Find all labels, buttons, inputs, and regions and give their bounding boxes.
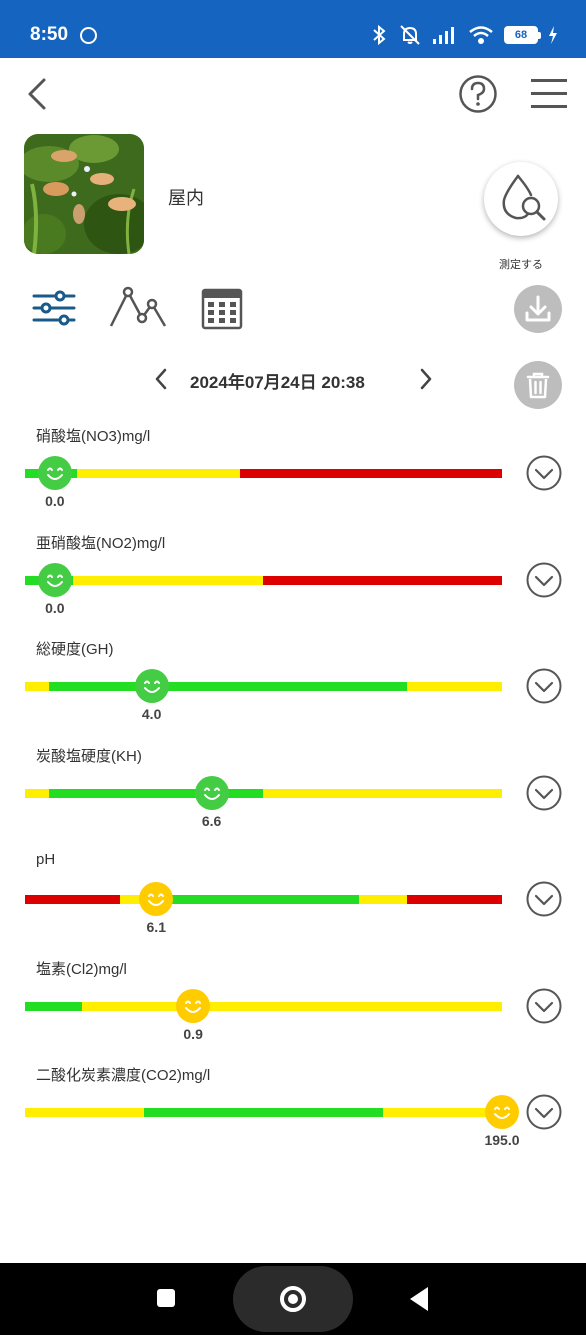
expand-chevron-button[interactable] <box>526 455 562 491</box>
charging-icon <box>549 26 557 44</box>
tank-name: 屋内 <box>168 188 204 209</box>
smiley-icon <box>494 1106 510 1119</box>
parameter-value: 4.0 <box>141 706 162 722</box>
status-bar: 8:50 68 <box>0 0 586 58</box>
trash-icon <box>526 372 550 399</box>
range-segment-yellow <box>77 469 240 478</box>
expand-chevron-button[interactable] <box>526 1094 562 1130</box>
delete-button[interactable] <box>514 361 562 409</box>
download-icon <box>525 295 551 322</box>
range-segment-yellow <box>25 788 49 798</box>
range-segment-green <box>144 1108 383 1117</box>
signal-icon <box>433 27 454 44</box>
help-button[interactable] <box>458 74 498 114</box>
smiley-icon <box>203 787 220 800</box>
range-track <box>25 682 502 691</box>
download-button[interactable] <box>514 285 562 333</box>
measure-button[interactable] <box>484 162 558 236</box>
parameter-value: 0.0 <box>45 599 65 616</box>
notification-icon <box>80 27 97 44</box>
value-slider-knob[interactable] <box>176 988 211 1023</box>
parameter-label: 二酸化炭素濃度(CO2)mg/l <box>36 1067 211 1084</box>
system-back-button[interactable] <box>410 1287 428 1311</box>
previous-date-button[interactable] <box>150 366 172 392</box>
range-track <box>25 788 502 798</box>
parameter-label: pH <box>36 851 56 868</box>
menu-button[interactable] <box>530 76 568 112</box>
range-segment-green <box>48 788 264 798</box>
status-icons: 68 <box>370 20 558 50</box>
parameter-value: 0.0 <box>45 493 65 509</box>
next-date-button[interactable] <box>415 366 437 392</box>
range-segment-yellow <box>263 788 502 798</box>
smiley-icon <box>46 574 63 587</box>
measurement-datetime: 2024年07月24日 20:38 <box>190 373 365 392</box>
mute-icon <box>400 25 420 45</box>
value-slider-knob[interactable] <box>139 882 174 916</box>
expand-chevron-button[interactable] <box>526 881 562 917</box>
chevron-down-icon <box>526 988 562 1023</box>
parameter-value: 195.0 <box>484 1132 520 1148</box>
expand-chevron-button[interactable] <box>526 775 562 811</box>
range-segment-yellow <box>82 1001 502 1011</box>
range-segment-red <box>263 575 502 585</box>
smiley-icon <box>143 680 160 693</box>
smiley-icon <box>46 467 63 480</box>
chevron-down-icon <box>526 1094 562 1130</box>
range-track <box>25 895 502 904</box>
range-segment-yellow <box>25 1108 145 1117</box>
back-button[interactable] <box>22 74 58 114</box>
home-button[interactable] <box>280 1286 306 1312</box>
range-track <box>25 1108 502 1117</box>
parameter-label: 亜硝酸塩(NO2)mg/l <box>36 534 166 552</box>
parameter-label: 塩素(Cl2)mg/l <box>36 960 127 978</box>
value-slider-knob[interactable] <box>194 775 229 810</box>
parameter-value: 0.9 <box>183 1025 203 1042</box>
smiley-icon <box>185 1000 202 1013</box>
chevron-down-icon <box>526 668 562 704</box>
range-track <box>25 1001 502 1011</box>
range-segment-yellow <box>72 575 264 585</box>
parameter-value: 6.1 <box>146 919 166 935</box>
range-track <box>25 469 502 478</box>
range-segment-yellow <box>358 895 407 904</box>
calendar-view-icon[interactable] <box>200 284 244 332</box>
range-track <box>25 575 502 585</box>
value-slider-knob[interactable] <box>134 669 169 703</box>
range-segment-red <box>25 895 121 904</box>
status-time: 8:50 <box>30 24 69 45</box>
sliders-view-icon[interactable] <box>30 284 78 332</box>
water-test-icon <box>502 174 546 221</box>
wifi-icon <box>469 26 493 44</box>
range-segment-yellow <box>406 682 502 691</box>
value-slider-knob[interactable] <box>37 562 72 597</box>
range-segment-green <box>25 1001 83 1011</box>
range-segment-red <box>406 895 502 904</box>
range-segment-green <box>48 682 407 691</box>
battery-icon: 68 <box>504 26 541 44</box>
range-segment-yellow <box>25 682 49 691</box>
system-nav-bar <box>0 1263 586 1335</box>
parameter-value: 6.6 <box>201 812 222 829</box>
expand-chevron-button[interactable] <box>526 668 562 704</box>
parameter-label: 炭酸塩硬度(KH) <box>36 747 142 765</box>
range-segment-red <box>239 469 502 478</box>
expand-chevron-button[interactable] <box>526 988 562 1024</box>
chevron-down-icon <box>526 455 562 491</box>
tank-photo[interactable] <box>24 134 144 254</box>
measure-label: 測定する <box>499 258 543 271</box>
expand-chevron-button[interactable] <box>526 562 562 598</box>
chevron-down-icon <box>526 775 562 810</box>
range-segment-green <box>168 895 359 904</box>
parameter-label: 総硬度(GH) <box>36 641 114 658</box>
bluetooth-icon <box>373 24 386 46</box>
chevron-down-icon <box>526 562 562 597</box>
recent-apps-button[interactable] <box>157 1289 175 1307</box>
value-slider-knob[interactable] <box>485 1095 519 1129</box>
smiley-icon <box>148 893 165 906</box>
value-slider-knob[interactable] <box>37 456 72 490</box>
parameter-label: 硝酸塩(NO3)mg/l <box>36 428 151 445</box>
chevron-down-icon <box>526 881 562 917</box>
graph-view-icon[interactable] <box>108 284 168 332</box>
